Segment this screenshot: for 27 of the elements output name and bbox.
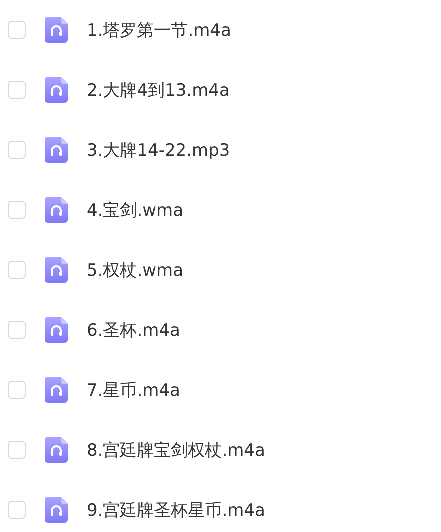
file-name[interactable]: 9.宫廷牌圣杯星币.m4a [87, 498, 266, 522]
checkbox[interactable] [8, 441, 26, 459]
file-name[interactable]: 1.塔罗第一节.m4a [87, 18, 232, 42]
file-name[interactable]: 4.宝剑.wma [87, 198, 184, 222]
checkbox[interactable] [8, 81, 26, 99]
audio-file-icon [45, 437, 68, 463]
file-name[interactable]: 2.大牌4到13.m4a [87, 78, 230, 102]
audio-file-icon [45, 77, 68, 103]
checkbox[interactable] [8, 261, 26, 279]
file-name[interactable]: 7.星币.m4a [87, 378, 180, 402]
file-name[interactable]: 5.权杖.wma [87, 258, 184, 282]
checkbox[interactable] [8, 141, 26, 159]
file-name[interactable]: 8.宫廷牌宝剑权杖.m4a [87, 438, 266, 462]
file-name[interactable]: 6.圣杯.m4a [87, 318, 180, 342]
audio-file-icon [45, 257, 68, 283]
audio-file-icon [45, 317, 68, 343]
checkbox[interactable] [8, 21, 26, 39]
checkbox[interactable] [8, 501, 26, 519]
file-name[interactable]: 3.大牌14-22.mp3 [87, 138, 230, 162]
checkbox[interactable] [8, 321, 26, 339]
audio-file-icon [45, 137, 68, 163]
checkbox[interactable] [8, 381, 26, 399]
audio-file-icon [45, 197, 68, 223]
audio-file-icon [45, 17, 68, 43]
audio-file-icon [45, 497, 68, 523]
audio-file-icon [45, 377, 68, 403]
checkbox[interactable] [8, 201, 26, 219]
